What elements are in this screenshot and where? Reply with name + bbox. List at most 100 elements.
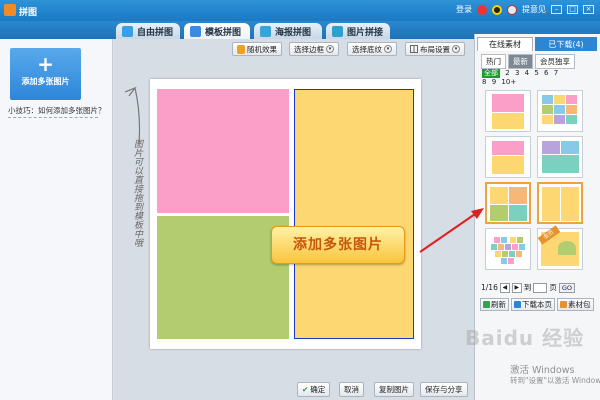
refresh-button[interactable]: 刷新 (480, 298, 509, 311)
bottom-bar: ✔ 确定 取消 复制图片 保存与分享 (114, 379, 474, 400)
pager: 1/16 ◀ ▶ 到 页 GO (481, 282, 575, 293)
poster-collage-icon (260, 25, 271, 37)
close-button[interactable]: × (583, 5, 594, 14)
subtab-newest[interactable]: 最新 (508, 54, 533, 69)
collage-canvas[interactable]: 添加多张图片 (150, 79, 421, 349)
feedback-link[interactable]: 提意见 (522, 4, 546, 15)
refresh-icon (483, 301, 490, 308)
filter-9[interactable]: 9 (492, 78, 496, 87)
plus-icon: + (37, 52, 54, 76)
chevron-down-icon: ▾ (452, 45, 460, 53)
layout-settings-button[interactable]: 布局设置 ▾ (405, 42, 465, 56)
template-collage-icon (190, 25, 201, 37)
cancel-button[interactable]: 取消 (339, 382, 364, 397)
button-label: 取消 (344, 385, 359, 394)
tip-link[interactable]: 小技巧：如何添加多张图片？ (8, 105, 106, 116)
material-pack-button[interactable]: 素材包 (557, 298, 594, 311)
chevron-down-icon: ▾ (326, 45, 334, 53)
subtab-hot[interactable]: 热门 (481, 54, 506, 69)
filter-2[interactable]: 2 (505, 69, 509, 78)
photo-slot-green[interactable] (157, 216, 289, 339)
maximize-button[interactable]: □ (567, 5, 578, 14)
button-label: 刷新 (491, 300, 506, 309)
tab-downloaded[interactable]: 已下载(4) (535, 37, 597, 51)
chevron-down-icon: ▾ (384, 45, 392, 53)
template-thumb[interactable] (485, 136, 531, 178)
tab-image-stitch[interactable]: 图片拼接 (326, 23, 390, 39)
titlebar-controls: 登录 提意见 – □ × (456, 4, 594, 15)
hand-icon (237, 44, 245, 54)
template-thumb[interactable] (537, 90, 583, 132)
login-link[interactable]: 登录 (456, 4, 472, 15)
add-images-label: 添加多张图片 (21, 77, 70, 86)
filter-all[interactable]: 全部 (482, 69, 500, 78)
left-panel: + 添加多张图片 小技巧：如何添加多张图片？ (0, 39, 113, 400)
button-label: 随机效果 (247, 44, 277, 54)
tab-free-collage[interactable]: 自由拼图 (116, 23, 180, 39)
go-button[interactable]: GO (558, 282, 575, 293)
activate-windows-hint: 转到"设置"以激活 Windows (510, 376, 600, 385)
title-bar: 拼图 登录 提意见 – □ × (0, 0, 600, 21)
to-label: 到 (523, 283, 532, 292)
button-label: 布局设置 (420, 44, 450, 54)
app-title: 拼图 (19, 8, 38, 18)
button-label: 确定 (310, 385, 326, 394)
divider (8, 117, 98, 118)
tab-label: 模板拼图 (205, 27, 242, 38)
grid-icon (410, 45, 418, 53)
activate-windows-title: 激活 Windows (510, 365, 575, 376)
watermark: Baidu 经验 (465, 326, 585, 350)
tab-online-materials[interactable]: 在线素材 (477, 37, 533, 51)
toolbar: 随机效果 选择边框 ▾ 选择底纹 ▾ 布局设置 ▾ (114, 39, 474, 59)
download-page-button[interactable]: 下载本页 (511, 298, 555, 311)
button-label: 下载本页 (522, 300, 552, 309)
button-label: 选择底纹 (352, 44, 382, 54)
minimize-button[interactable]: – (551, 5, 562, 14)
subtab-vip[interactable]: 会员独享 (535, 54, 575, 69)
heart-mosaic-icon (491, 237, 525, 264)
download-icon (514, 301, 521, 308)
prev-page-button[interactable]: ◀ (499, 282, 510, 293)
weibo-icon[interactable] (477, 4, 487, 15)
main-area: 随机效果 选择边框 ▾ 选择底纹 ▾ 布局设置 ▾ 图片可以直接拖到模板中哦 添… (114, 39, 474, 400)
save-share-button[interactable]: 保存与分享 (420, 382, 468, 397)
button-label: 选择边框 (294, 44, 324, 54)
filter-7[interactable]: 7 (554, 69, 558, 78)
copy-image-button[interactable]: 复制图片 (374, 382, 414, 397)
photo-slot-pink[interactable] (157, 89, 289, 213)
page-unit-label: 页 (549, 283, 557, 292)
filter-10-plus[interactable]: 10+ (501, 78, 516, 87)
select-border-button[interactable]: 选择边框 ▾ (289, 42, 339, 56)
ok-button[interactable]: ✔ 确定 (297, 382, 331, 397)
material-subtabs: 热门 最新 会员独享 (481, 54, 575, 69)
tab-label: 图片拼接 (347, 27, 384, 38)
tab-poster-collage[interactable]: 海报拼图 (254, 23, 322, 39)
template-thumb-selected[interactable] (485, 182, 531, 224)
annotation-text: 图片可以直接拖到模板中哦 (132, 139, 142, 247)
template-thumb-selected[interactable] (537, 182, 583, 224)
template-thumb[interactable] (485, 228, 531, 270)
select-background-button[interactable]: 选择底纹 ▾ (347, 42, 397, 56)
button-label: 复制图片 (379, 385, 409, 394)
tab-label: 自由拼图 (137, 27, 174, 38)
package-icon (560, 301, 567, 308)
random-effect-button[interactable]: 随机效果 (232, 42, 282, 56)
feedback-icon (507, 4, 517, 15)
photo-slot-yellow[interactable] (294, 89, 414, 339)
filter-8[interactable]: 8 (482, 78, 486, 87)
qq-icon[interactable] (492, 4, 502, 15)
template-thumb[interactable] (485, 90, 531, 132)
add-images-button[interactable]: + 添加多张图片 (10, 48, 81, 100)
filter-3[interactable]: 3 (515, 69, 519, 78)
app-logo-icon (4, 4, 16, 16)
add-many-images-button[interactable]: 添加多张图片 (271, 226, 405, 264)
filter-4[interactable]: 4 (525, 69, 529, 78)
filter-5[interactable]: 5 (534, 69, 538, 78)
next-page-button[interactable]: ▶ (511, 282, 522, 293)
material-tabs: 在线素材 已下载(4) (477, 37, 599, 51)
template-thumb[interactable] (537, 136, 583, 178)
tab-template-collage[interactable]: 模板拼图 (184, 23, 250, 39)
filter-6[interactable]: 6 (544, 69, 548, 78)
template-thumb[interactable]: 会员 (537, 225, 583, 270)
page-input[interactable] (533, 282, 548, 293)
